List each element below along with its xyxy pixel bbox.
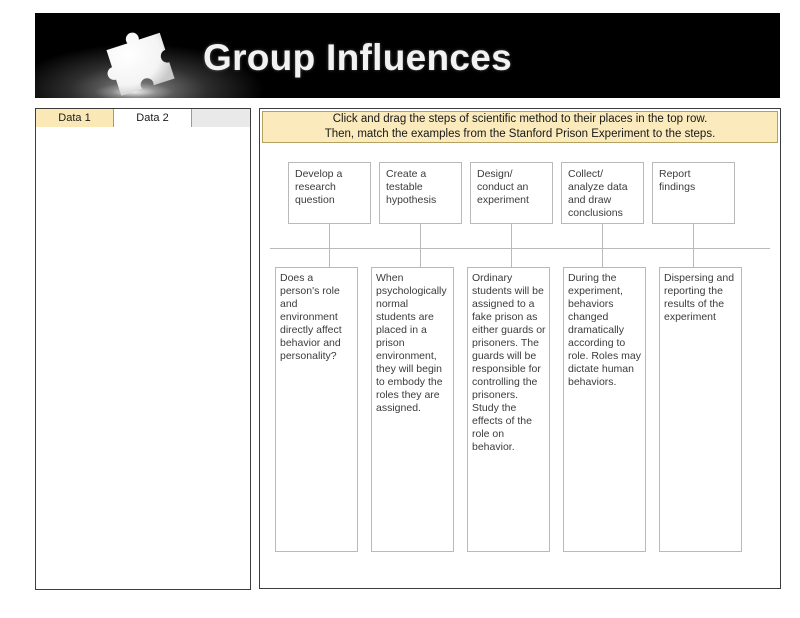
example-box-4[interactable]: During the experiment, behaviors changed…: [563, 267, 646, 552]
connector-step-4: [602, 224, 603, 248]
connector-step-5: [693, 224, 694, 248]
connector-example-2: [420, 248, 421, 267]
tab-data-2[interactable]: Data 2: [114, 109, 192, 127]
connector-horizontal-rail: [270, 248, 770, 249]
connector-example-1: [329, 248, 330, 267]
example-box-3[interactable]: Ordinary students will be assigned to a …: [467, 267, 550, 552]
example-box-2[interactable]: When psychologically normal students are…: [371, 267, 454, 552]
example-box-1[interactable]: Does a person's role and environment dir…: [275, 267, 358, 552]
connector-example-5: [693, 248, 694, 267]
step-box-1[interactable]: Develop a research question: [288, 162, 371, 224]
step-box-5[interactable]: Report findings: [652, 162, 735, 224]
step-box-2[interactable]: Create a testable hypothesis: [379, 162, 462, 224]
tab-strip: Data 1 Data 2: [36, 109, 250, 127]
connector-example-4: [602, 248, 603, 267]
instruction-banner: Click and drag the steps of scientific m…: [262, 111, 778, 143]
instruction-line-1: Click and drag the steps of scientific m…: [332, 113, 708, 125]
left-panel-canvas[interactable]: [36, 128, 250, 589]
scientific-method-diagram: Develop a research question Create a tes…: [260, 143, 780, 588]
connector-example-3: [511, 248, 512, 267]
header-banner: Group Influences: [35, 13, 780, 98]
connector-step-3: [511, 224, 512, 248]
connector-step-1: [329, 224, 330, 248]
tab-data-1[interactable]: Data 1: [36, 109, 114, 127]
step-box-4[interactable]: Collect/ analyze data and draw conclusio…: [561, 162, 644, 224]
left-data-panel: Data 1 Data 2: [35, 108, 251, 590]
step-box-3[interactable]: Design/ conduct an experiment: [470, 162, 553, 224]
puzzle-piece-icon: [94, 32, 175, 98]
example-box-5[interactable]: Dispersing and reporting the results of …: [659, 267, 742, 552]
instruction-line-2: Then, match the examples from the Stanfo…: [324, 128, 716, 140]
page-title: Group Influences: [203, 37, 513, 78]
right-activity-panel: Click and drag the steps of scientific m…: [259, 108, 781, 589]
connector-step-2: [420, 224, 421, 248]
tab-strip-filler: [192, 109, 250, 127]
